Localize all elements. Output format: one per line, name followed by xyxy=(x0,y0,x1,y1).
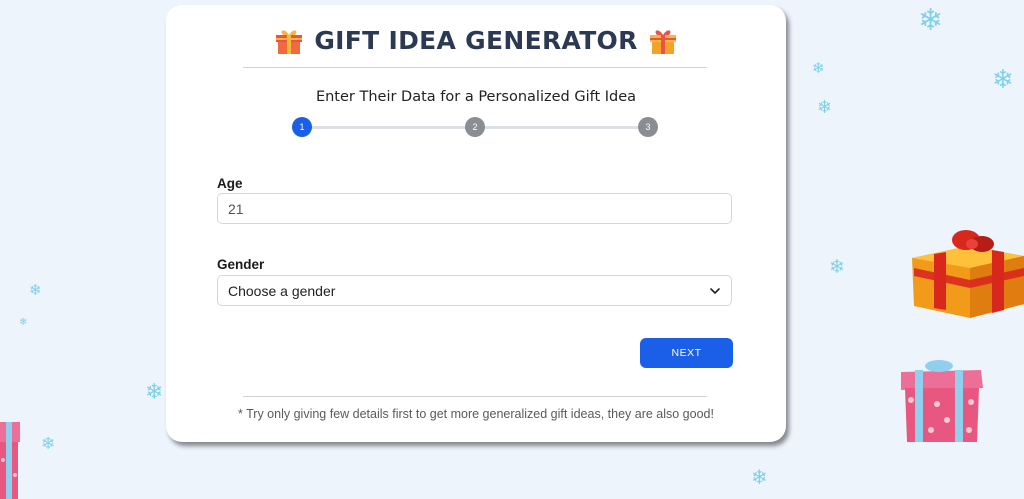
title-row: GIFT IDEA GENERATOR xyxy=(166,25,786,55)
snowflake-icon: ❄ xyxy=(992,64,1014,94)
gift-form-card: GIFT IDEA GENERATOR Enter Their Data for… xyxy=(166,5,786,442)
footnote-text: * Try only giving few details first to g… xyxy=(238,407,714,421)
form-subtitle: Enter Their Data for a Personalized Gift… xyxy=(315,89,637,105)
divider xyxy=(243,67,707,68)
step-progress: 1 2 3 xyxy=(292,117,658,137)
step-3[interactable]: 3 xyxy=(638,117,658,137)
snowflake-icon: ❄ xyxy=(918,4,944,37)
snowflake-icon: ❄ xyxy=(41,434,56,453)
next-button[interactable]: NEXT xyxy=(640,338,733,368)
snowflake-icon: ❄ xyxy=(829,257,845,278)
gift-box-decoration xyxy=(901,360,983,442)
chevron-down-icon xyxy=(710,287,720,294)
gender-selected-value: Choose a gender xyxy=(228,282,336,299)
snowflake-icon: ❄ xyxy=(19,317,28,328)
snowflake-icon: ❄ xyxy=(145,379,164,404)
snowflake-icon: ❄ xyxy=(817,97,833,117)
age-input[interactable]: 21 xyxy=(217,193,732,224)
gift-icon xyxy=(276,30,303,54)
divider xyxy=(243,396,707,397)
snowflake-icon: ❄ xyxy=(751,467,768,489)
page-title: GIFT IDEA GENERATOR xyxy=(314,25,638,55)
snowflake-icon: ❄ xyxy=(812,60,825,77)
gender-label: Gender xyxy=(217,257,265,272)
gift-box-decoration xyxy=(0,422,20,499)
age-value: 21 xyxy=(228,200,244,217)
step-1[interactable]: 1 xyxy=(292,117,312,137)
gift-icon xyxy=(649,30,676,54)
age-label: Age xyxy=(217,176,243,191)
gender-select[interactable]: Choose a gender xyxy=(217,275,732,306)
step-2[interactable]: 2 xyxy=(465,117,485,137)
snowflake-icon: ❄ xyxy=(29,282,42,299)
gift-box-decoration xyxy=(912,230,1024,318)
